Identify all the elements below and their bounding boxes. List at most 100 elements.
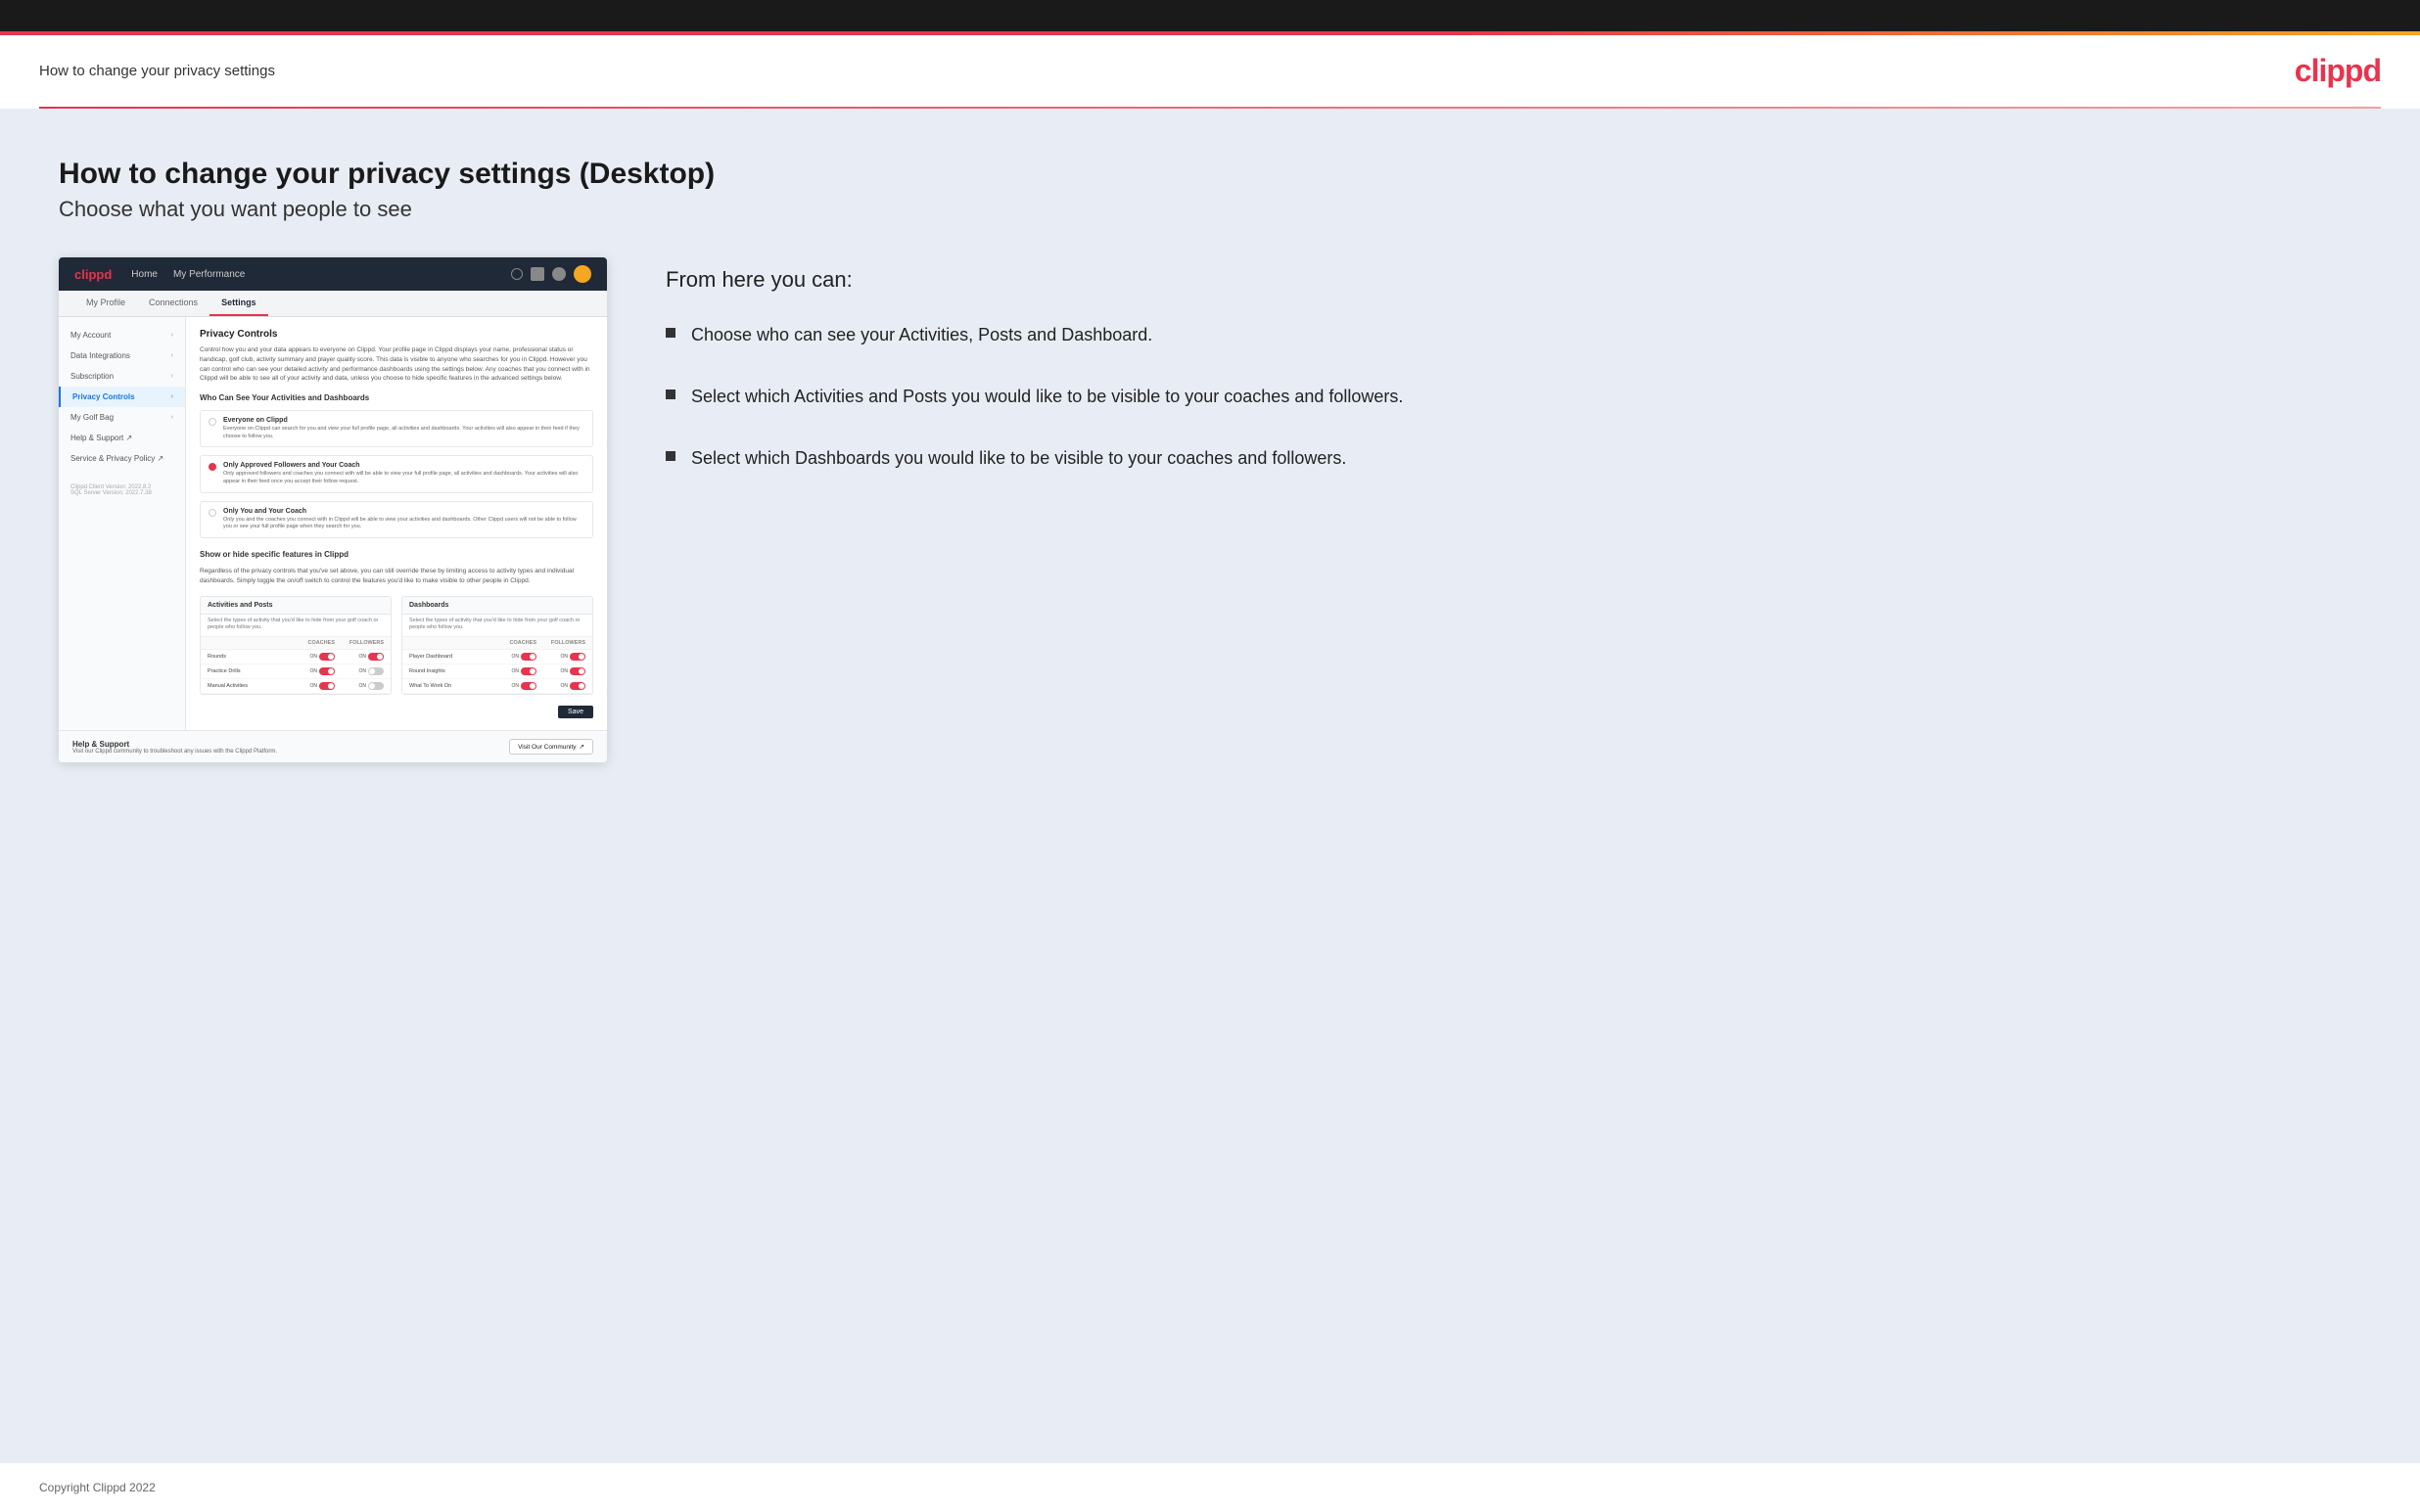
- accent-bar: [0, 31, 2420, 35]
- save-button[interactable]: Save: [558, 706, 593, 718]
- page-title: How to change your privacy settings (Des…: [59, 158, 2361, 191]
- sidebar-item-my-account[interactable]: My Account ›: [59, 325, 185, 345]
- footer-copyright: Copyright Clippd 2022: [39, 1481, 156, 1494]
- mini-tab-settings[interactable]: Settings: [209, 291, 268, 316]
- sidebar-item-data-integrations[interactable]: Data Integrations ›: [59, 345, 185, 366]
- radio-followers-coach[interactable]: Only Approved Followers and Your Coach O…: [200, 455, 593, 492]
- player-dash-followers-toggle[interactable]: ON: [536, 653, 585, 661]
- bullet-text-1: Choose who can see your Activities, Post…: [691, 322, 1152, 348]
- external-link-icon: ↗: [580, 743, 584, 751]
- content-layout: clippd Home My Performance My Profile Co…: [59, 257, 2361, 762]
- visit-community-button[interactable]: Visit Our Community ↗: [509, 739, 593, 755]
- rounds-followers-toggle[interactable]: ON: [335, 653, 384, 661]
- bullet-item-2: Select which Activities and Posts you wo…: [666, 384, 2361, 410]
- show-hide-desc: Regardless of the privacy controls that …: [200, 567, 593, 586]
- mini-nav-links: Home My Performance: [131, 269, 491, 280]
- sidebar-item-my-golf-bag[interactable]: My Golf Bag ›: [59, 407, 185, 428]
- screenshot-container: clippd Home My Performance My Profile Co…: [59, 257, 607, 762]
- panel-title: Privacy Controls: [200, 329, 593, 340]
- mini-tab-connections[interactable]: Connections: [137, 291, 209, 316]
- activities-table: Activities and Posts Select the types of…: [200, 596, 392, 695]
- mini-search-icon[interactable]: [511, 268, 523, 280]
- bullet-marker-3: [666, 451, 675, 461]
- bullet-marker-2: [666, 389, 675, 399]
- mini-settings-icon[interactable]: [552, 267, 566, 281]
- sidebar-item-service-privacy[interactable]: Service & Privacy Policy ↗: [59, 448, 185, 469]
- help-text: Help & Support Visit our Clippd communit…: [72, 740, 277, 755]
- round-insights-coaches-toggle[interactable]: ON: [497, 667, 536, 675]
- dashboards-table-header: COACHES FOLLOWERS: [402, 636, 592, 650]
- table-row: Practice Drills ON ON: [201, 664, 391, 679]
- mini-tab-profile[interactable]: My Profile: [74, 291, 137, 316]
- practice-followers-toggle[interactable]: ON: [335, 667, 384, 675]
- sidebar-footer: Clippd Client Version: 2022.8.2 SQL Serv…: [59, 477, 185, 504]
- manual-followers-toggle[interactable]: ON: [335, 682, 384, 690]
- radio-dot-followers-coach: [209, 463, 216, 471]
- radio-dot-everyone: [209, 418, 216, 426]
- sidebar-item-privacy-controls[interactable]: Privacy Controls ›: [59, 387, 185, 407]
- radio-dot-only-you: [209, 509, 216, 517]
- radio-everyone[interactable]: Everyone on Clippd Everyone on Clippd ca…: [200, 410, 593, 447]
- activities-table-title: Activities and Posts: [201, 597, 391, 615]
- table-row: What To Work On ON ON: [402, 679, 592, 694]
- save-row: Save: [200, 695, 593, 718]
- chevron-icon: ›: [171, 393, 173, 400]
- mini-tabs: My Profile Connections Settings: [59, 291, 607, 317]
- mini-nav-icons: [511, 265, 591, 283]
- radio-only-you-coach[interactable]: Only You and Your Coach Only you and the…: [200, 501, 593, 538]
- help-description: Visit our Clippd community to troublesho…: [72, 749, 277, 755]
- header: How to change your privacy settings clip…: [0, 35, 2420, 107]
- player-dash-coaches-toggle[interactable]: ON: [497, 653, 536, 661]
- page-subtitle: Choose what you want people to see: [59, 197, 2361, 222]
- table-row: Player Dashboard ON ON: [402, 650, 592, 664]
- mini-nav-home[interactable]: Home: [131, 269, 158, 280]
- bullet-item-3: Select which Dashboards you would like t…: [666, 445, 2361, 472]
- table-row: Round Insights ON ON: [402, 664, 592, 679]
- mini-panel: Privacy Controls Control how you and you…: [186, 317, 607, 730]
- activities-table-desc: Select the types of activity that you'd …: [201, 615, 391, 636]
- rounds-coaches-toggle[interactable]: ON: [296, 653, 335, 661]
- dashboards-table-desc: Select the types of activity that you'd …: [402, 615, 592, 636]
- what-to-work-coaches-toggle[interactable]: ON: [497, 682, 536, 690]
- bullet-item-1: Choose who can see your Activities, Post…: [666, 322, 2361, 348]
- mini-logo: clippd: [74, 267, 112, 282]
- bullet-text-2: Select which Activities and Posts you wo…: [691, 384, 1403, 410]
- mini-avatar[interactable]: [574, 265, 591, 283]
- footer: Copyright Clippd 2022: [0, 1463, 2420, 1512]
- bullets-section: From here you can: Choose who can see yo…: [666, 257, 2361, 507]
- mini-sidebar: My Account › Data Integrations › Subscri…: [59, 317, 186, 730]
- what-to-work-followers-toggle[interactable]: ON: [536, 682, 585, 690]
- clippd-logo: clippd: [2295, 53, 2381, 89]
- mini-nav-performance[interactable]: My Performance: [173, 269, 245, 280]
- table-row: Rounds ON ON: [201, 650, 391, 664]
- show-hide-heading: Show or hide specific features in Clippd: [200, 550, 593, 559]
- help-section: Help & Support Visit our Clippd communit…: [59, 730, 607, 762]
- bullet-text-3: Select which Dashboards you would like t…: [691, 445, 1346, 472]
- mini-grid-icon[interactable]: [531, 267, 544, 281]
- top-bar: [0, 0, 2420, 35]
- sidebar-item-subscription[interactable]: Subscription ›: [59, 366, 185, 387]
- dashboards-table: Dashboards Select the types of activity …: [401, 596, 593, 695]
- page-breadcrumb: How to change your privacy settings: [39, 63, 275, 79]
- dashboards-table-title: Dashboards: [402, 597, 592, 615]
- chevron-icon: ›: [171, 373, 173, 380]
- chevron-icon: ›: [171, 332, 173, 339]
- table-row: Manual Activities ON ON: [201, 679, 391, 694]
- round-insights-followers-toggle[interactable]: ON: [536, 667, 585, 675]
- radio-group: Everyone on Clippd Everyone on Clippd ca…: [200, 410, 593, 538]
- bullet-marker-1: [666, 328, 675, 338]
- chevron-icon: ›: [171, 352, 173, 359]
- practice-coaches-toggle[interactable]: ON: [296, 667, 335, 675]
- bullets-heading: From here you can:: [666, 267, 2361, 293]
- sidebar-item-help-support[interactable]: Help & Support ↗: [59, 428, 185, 448]
- mini-body: My Account › Data Integrations › Subscri…: [59, 317, 607, 730]
- panel-description: Control how you and your data appears to…: [200, 345, 593, 384]
- activities-table-header: COACHES FOLLOWERS: [201, 636, 391, 650]
- main-content: How to change your privacy settings (Des…: [0, 109, 2420, 1463]
- manual-coaches-toggle[interactable]: ON: [296, 682, 335, 690]
- who-can-see-heading: Who Can See Your Activities and Dashboar…: [200, 393, 593, 402]
- mini-navbar: clippd Home My Performance: [59, 257, 607, 291]
- help-title: Help & Support: [72, 740, 277, 749]
- toggle-tables: Activities and Posts Select the types of…: [200, 596, 593, 695]
- chevron-icon: ›: [171, 414, 173, 421]
